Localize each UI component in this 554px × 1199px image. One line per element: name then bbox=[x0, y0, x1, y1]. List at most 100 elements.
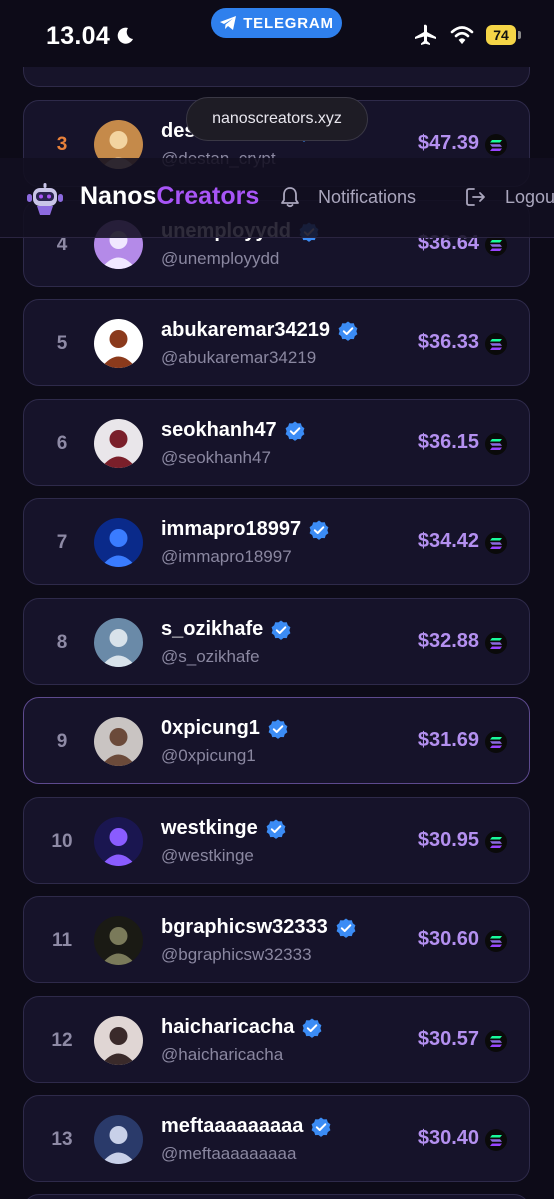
moon-icon bbox=[117, 27, 133, 44]
verified-badge-icon bbox=[338, 321, 358, 341]
rank-number: 12 bbox=[51, 1029, 73, 1051]
url-text: nanoscreators.xyz bbox=[212, 110, 342, 127]
name-line: haicharicacha bbox=[161, 1016, 322, 1039]
screen: 3destan_crypt@destan_crypt$47.394unemplo… bbox=[0, 0, 554, 1199]
verified-badge-icon bbox=[268, 719, 288, 739]
verified-badge-icon bbox=[266, 819, 286, 839]
name-line: 0xpicung1 bbox=[161, 717, 288, 740]
brand-logo[interactable]: NanosCreators bbox=[80, 182, 259, 211]
display-name[interactable]: abukaremar34219 bbox=[161, 319, 330, 342]
rank-number: 9 bbox=[56, 730, 68, 752]
display-name[interactable]: s_ozikhafe bbox=[161, 618, 263, 641]
solana-icon bbox=[485, 134, 507, 156]
avatar[interactable] bbox=[94, 319, 143, 368]
leaderboard-row[interactable]: 6 seokhanh47 @seokhanh47 $36.15 bbox=[23, 399, 530, 486]
username-handle: @westkinge bbox=[161, 846, 254, 865]
brand-part-1: Nanos bbox=[80, 182, 157, 210]
display-name[interactable]: bgraphicsw32333 bbox=[161, 916, 328, 939]
username-handle: @unemployydd bbox=[161, 249, 280, 268]
username-handle: @meftaaaaaaaaa bbox=[161, 1144, 297, 1163]
bell-icon bbox=[281, 187, 299, 208]
earnings-amount: $31.69 bbox=[417, 729, 479, 751]
leaderboard-row[interactable]: 9 0xpicung1 @0xpicung1 $31.69 bbox=[23, 697, 530, 784]
avatar[interactable] bbox=[94, 618, 143, 667]
telegram-return-button[interactable]: TELEGRAM bbox=[211, 8, 342, 38]
leaderboard-row[interactable]: 7 immapro18997 @immapro18997 $34.42 bbox=[23, 498, 530, 585]
rank-number: 5 bbox=[56, 332, 68, 354]
solana-icon bbox=[485, 831, 507, 853]
verified-badge-icon bbox=[285, 421, 305, 441]
robot-logo-icon[interactable] bbox=[27, 182, 63, 216]
avatar[interactable] bbox=[94, 419, 143, 468]
leaderboard-row[interactable]: 13 meftaaaaaaaaa @meftaaaaaaaaa $30.40 bbox=[23, 1095, 530, 1182]
solana-icon bbox=[485, 930, 507, 952]
name-line: abukaremar34219 bbox=[161, 319, 358, 342]
avatar[interactable] bbox=[94, 717, 143, 766]
earnings-amount: $36.33 bbox=[417, 331, 479, 353]
username-handle: @haicharicacha bbox=[161, 1045, 284, 1064]
display-name[interactable]: westkinge bbox=[161, 817, 258, 840]
avatar[interactable] bbox=[94, 1016, 143, 1065]
list-item-partial-bottom[interactable] bbox=[23, 1194, 530, 1199]
leaderboard-row[interactable]: 10 westkinge @westkinge $30.95 bbox=[23, 797, 530, 884]
display-name[interactable]: immapro18997 bbox=[161, 518, 301, 541]
solana-icon bbox=[485, 632, 507, 654]
username-handle: @0xpicung1 bbox=[161, 746, 256, 765]
verified-badge-icon bbox=[303, 1018, 322, 1038]
display-name[interactable]: 0xpicung1 bbox=[161, 717, 260, 740]
solana-icon bbox=[485, 333, 507, 355]
system-icons: 74 bbox=[414, 24, 521, 46]
name-line: bgraphicsw32333 bbox=[161, 916, 356, 939]
notifications-link[interactable]: Notifications bbox=[280, 186, 416, 208]
leaderboard-row[interactable]: 11 bgraphicsw32333 @bgraphicsw32333 $30.60 bbox=[23, 896, 530, 983]
name-line: s_ozikhafe bbox=[161, 618, 291, 641]
name-line: seokhanh47 bbox=[161, 419, 305, 442]
solana-icon bbox=[485, 1129, 507, 1151]
username-handle: @bgraphicsw32333 bbox=[161, 945, 312, 964]
avatar[interactable] bbox=[94, 916, 143, 965]
name-line: meftaaaaaaaaa bbox=[161, 1115, 331, 1138]
status-bar: 13.04 TELEGRAM 74 bbox=[0, 0, 554, 70]
earnings-amount: $30.60 bbox=[417, 928, 479, 950]
logout-label: Logou bbox=[505, 186, 554, 207]
leaderboard-row[interactable]: 5 abukaremar34219 @abukaremar34219 $36.33 bbox=[23, 299, 530, 386]
earnings-amount: $30.40 bbox=[417, 1127, 479, 1149]
solana-icon bbox=[485, 1030, 507, 1052]
verified-badge-icon bbox=[309, 520, 329, 540]
wifi-icon bbox=[450, 26, 474, 44]
verified-badge-icon bbox=[271, 620, 291, 640]
battery-level: 74 bbox=[493, 27, 509, 43]
avatar[interactable] bbox=[94, 817, 143, 866]
verified-badge-icon bbox=[311, 1117, 331, 1137]
rank-number: 13 bbox=[51, 1128, 73, 1150]
rank-number: 6 bbox=[56, 432, 68, 454]
logout-link[interactable]: Logou bbox=[465, 186, 554, 208]
avatar[interactable] bbox=[94, 518, 143, 567]
list-item-partial-top[interactable] bbox=[23, 67, 530, 87]
display-name[interactable]: meftaaaaaaaaa bbox=[161, 1115, 303, 1138]
logout-icon bbox=[466, 188, 485, 206]
telegram-label: TELEGRAM bbox=[243, 14, 334, 32]
rank-number: 8 bbox=[56, 631, 68, 653]
earnings-amount: $32.88 bbox=[417, 630, 479, 652]
url-bar[interactable]: nanoscreators.xyz bbox=[186, 97, 368, 141]
brand-part-2: Creators bbox=[156, 182, 260, 210]
clock: 13.04 bbox=[46, 22, 111, 50]
leaderboard-row[interactable]: 12 haicharicacha @haicharicacha $30.57 bbox=[23, 996, 530, 1083]
airplane-mode-icon bbox=[415, 24, 436, 45]
notifications-label: Notifications bbox=[318, 186, 417, 207]
solana-icon bbox=[485, 731, 507, 753]
verified-badge-icon bbox=[336, 918, 356, 938]
name-line: immapro18997 bbox=[161, 518, 329, 541]
avatar[interactable] bbox=[94, 1115, 143, 1164]
earnings-amount: $36.15 bbox=[417, 431, 479, 453]
username-handle: @immapro18997 bbox=[161, 547, 292, 566]
rank-number: 7 bbox=[56, 531, 68, 553]
leaderboard-row[interactable]: 8 s_ozikhafe @s_ozikhafe $32.88 bbox=[23, 598, 530, 685]
display-name[interactable]: seokhanh47 bbox=[161, 419, 277, 442]
display-name[interactable]: haicharicacha bbox=[161, 1016, 294, 1039]
battery-indicator: 74 bbox=[486, 25, 521, 45]
rank-number: 11 bbox=[51, 929, 73, 951]
app-header: NanosCreators Notifications Logou bbox=[0, 158, 554, 238]
earnings-amount: $30.95 bbox=[417, 829, 479, 851]
